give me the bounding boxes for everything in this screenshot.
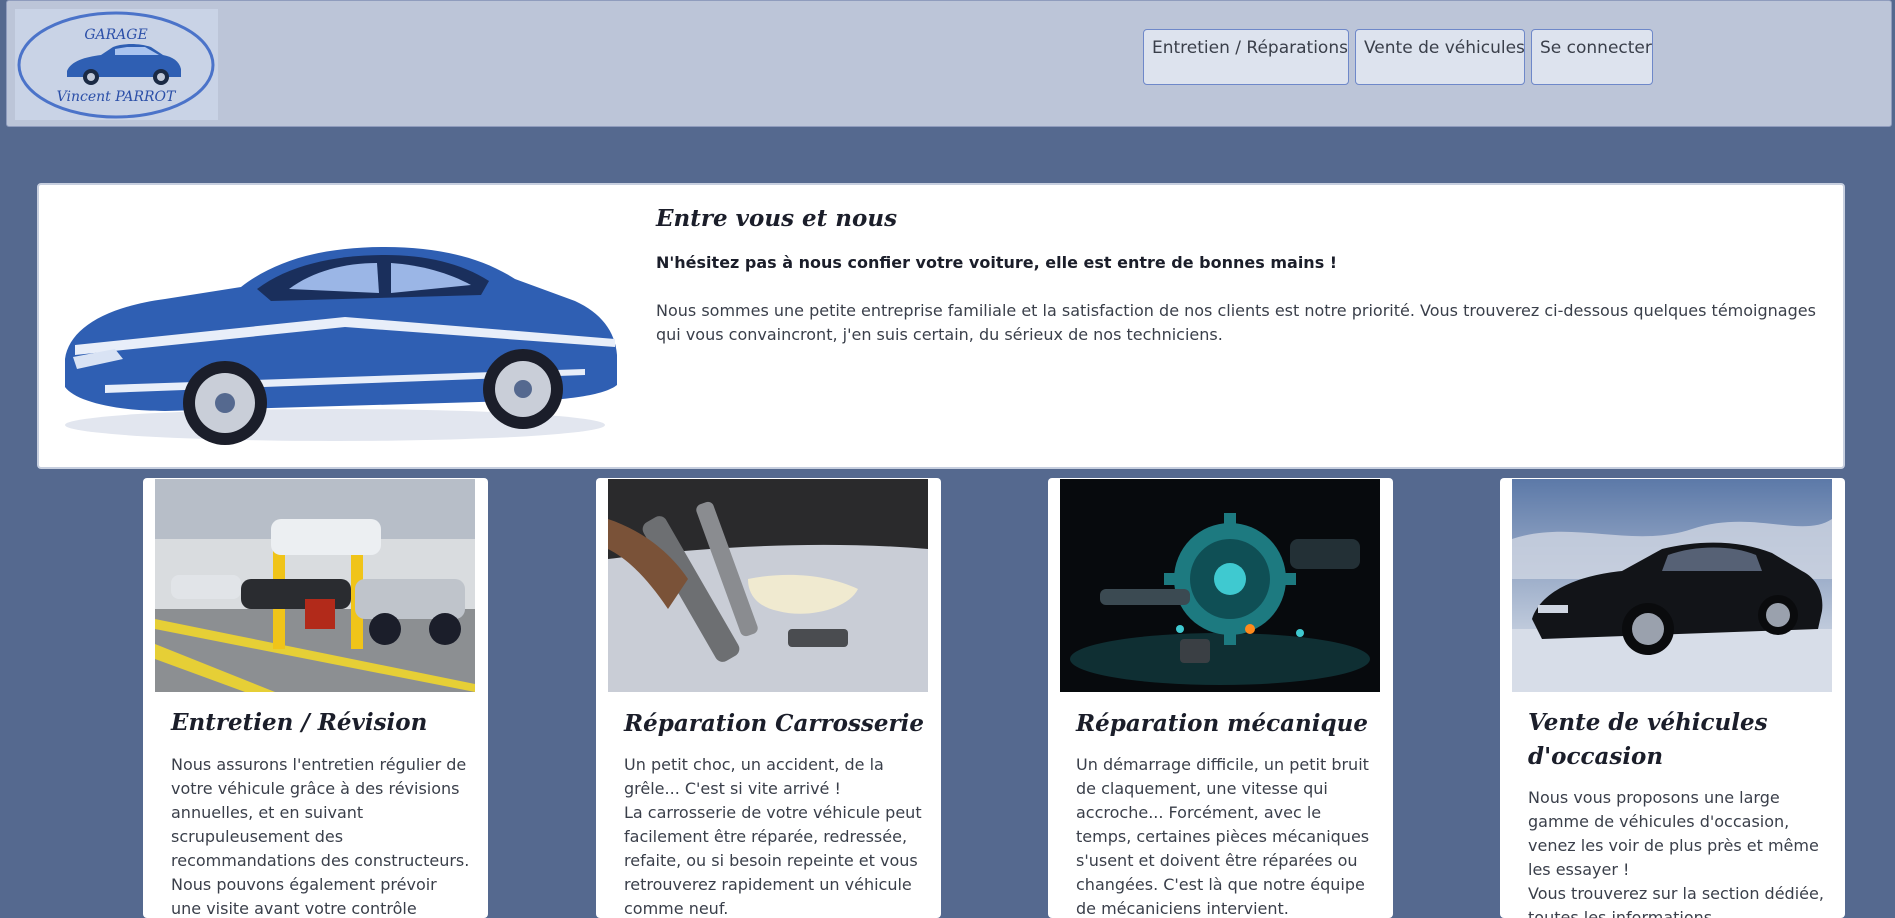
nav-button-vente-vehicules[interactable]: Vente de véhicules: [1355, 29, 1525, 85]
nav-button-se-connecter[interactable]: Se connecter: [1531, 29, 1653, 85]
service-card-vente: Vente de véhicules d'occasion Nous vous …: [1500, 478, 1845, 918]
card-title: Réparation mécanique: [1076, 710, 1368, 737]
card-text: Un petit choc, un accident, de la grêle.…: [624, 755, 922, 918]
navbar: GARAGE Vincent PARROT Entretien / Répara…: [6, 0, 1892, 127]
card-text: Un démarrage difficile, un petit bruit d…: [1076, 755, 1370, 918]
card-text: Nous assurons l'entretien régulier de vo…: [171, 755, 470, 918]
hero-subtitle: N'hésitez pas à nous confier votre voitu…: [656, 253, 1338, 272]
service-card-entretien: Entretien / Révision Nous assurons l'ent…: [143, 478, 488, 918]
card-title: Entretien / Révision: [171, 709, 428, 736]
garage-workshop-photo: [155, 479, 475, 692]
hero-section: Entre vous et nous N'hésitez pas à nous …: [37, 183, 1845, 469]
used-car-photo: [1512, 479, 1832, 692]
logo-line1: GARAGE: [84, 27, 147, 43]
bodywork-repair-photo: [608, 479, 928, 692]
garage-logo[interactable]: GARAGE Vincent PARROT: [15, 9, 218, 120]
card-text: Nous vous proposons une large gamme de v…: [1528, 788, 1824, 918]
mechanical-gears-photo: [1060, 479, 1380, 692]
card-title: Vente de véhicules d'occasion: [1528, 709, 1768, 770]
service-card-carrosserie: Réparation Carrosserie Un petit choc, un…: [596, 478, 941, 918]
logo-line2: Vincent PARROT: [57, 89, 177, 105]
hero-text: Nous sommes une petite entreprise famili…: [656, 301, 1816, 344]
card-title: Réparation Carrosserie: [624, 710, 924, 737]
nav-button-entretien-reparations[interactable]: Entretien / Réparations: [1143, 29, 1349, 85]
service-card-mecanique: Réparation mécanique Un démarrage diffic…: [1048, 478, 1393, 918]
hero-title: Entre vous et nous: [656, 205, 898, 232]
hero-car-illustration: [45, 189, 629, 465]
